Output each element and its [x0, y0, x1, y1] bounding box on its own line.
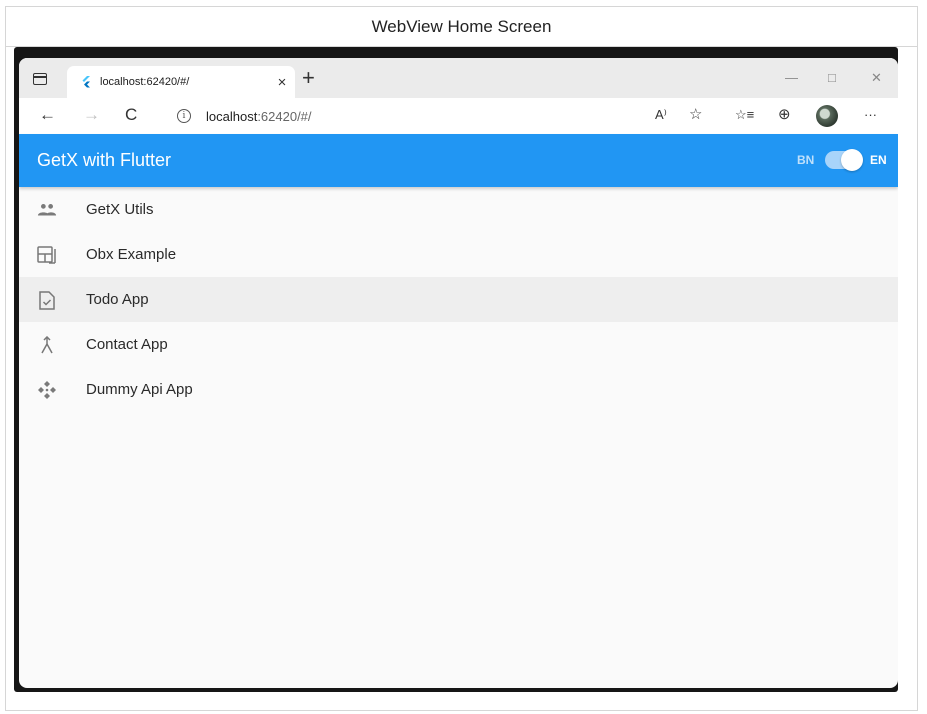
- browser-tab[interactable]: localhost:62420/#/ ×: [67, 66, 295, 98]
- menu-item-label: GetX Utils: [86, 201, 154, 218]
- figure-caption: WebView Home Screen: [6, 7, 917, 47]
- refresh-icon[interactable]: C: [125, 106, 137, 124]
- more-options-icon[interactable]: ···: [864, 107, 877, 122]
- minimize-icon[interactable]: —: [785, 70, 798, 85]
- flutter-favicon-icon: [82, 76, 90, 88]
- address-host: localhost: [206, 108, 258, 124]
- api-diamond-icon: [37, 380, 57, 400]
- merge-arrow-icon: [37, 335, 57, 355]
- menu-item-obx-example[interactable]: Obx Example: [19, 232, 898, 277]
- menu-item-getx-utils[interactable]: GetX Utils: [19, 187, 898, 232]
- browser-window: localhost:62420/#/ × + — □ ✕ ← → C i loc…: [19, 58, 898, 688]
- close-window-icon[interactable]: ✕: [871, 70, 882, 86]
- tab-strip: localhost:62420/#/ × + — □ ✕: [19, 58, 898, 98]
- language-label-en: EN: [870, 153, 887, 167]
- menu-item-label: Dummy Api App: [86, 381, 193, 398]
- profile-avatar[interactable]: [816, 105, 838, 127]
- browser-toolbar: ← → C i localhost:62420/#/ A⁾ ☆ ☆≡ ⊕ ···: [19, 98, 898, 134]
- app-title: GetX with Flutter: [37, 150, 172, 170]
- menu-item-label: Contact App: [86, 336, 168, 353]
- collections-icon[interactable]: ⊕: [778, 105, 791, 123]
- tab-actions-icon[interactable]: [33, 73, 47, 85]
- read-aloud-icon[interactable]: A⁾: [655, 107, 667, 123]
- new-tab-button[interactable]: +: [302, 67, 315, 89]
- app-bar: GetX with Flutter BN EN: [19, 134, 898, 187]
- menu-item-todo-app[interactable]: Todo App: [19, 277, 898, 322]
- menu-item-label: Todo App: [86, 291, 149, 308]
- back-icon[interactable]: ←: [39, 106, 56, 124]
- menu-item-contact-app[interactable]: Contact App: [19, 322, 898, 367]
- add-favorite-icon[interactable]: ☆: [689, 105, 702, 123]
- tab-title: localhost:62420/#/: [100, 76, 190, 88]
- address-path: :62420/#/: [257, 108, 312, 124]
- menu-item-dummy-api-app[interactable]: Dummy Api App: [19, 367, 898, 412]
- dashboard-icon: [37, 245, 57, 265]
- maximize-icon[interactable]: □: [828, 70, 836, 85]
- info-icon[interactable]: i: [177, 109, 191, 123]
- address-bar[interactable]: i localhost:62420/#/: [163, 102, 729, 130]
- task-file-icon: [37, 290, 57, 310]
- menu-item-label: Obx Example: [86, 246, 177, 263]
- people-icon: [37, 200, 57, 220]
- language-label-bn: BN: [797, 153, 815, 167]
- language-toggle-thumb[interactable]: [841, 149, 863, 171]
- forward-icon[interactable]: →: [83, 106, 100, 124]
- favorites-icon[interactable]: ☆≡: [735, 107, 754, 123]
- tab-close-icon[interactable]: ×: [269, 74, 295, 91]
- menu-list: GetX Utils Obx Example Todo App Contact …: [19, 187, 898, 412]
